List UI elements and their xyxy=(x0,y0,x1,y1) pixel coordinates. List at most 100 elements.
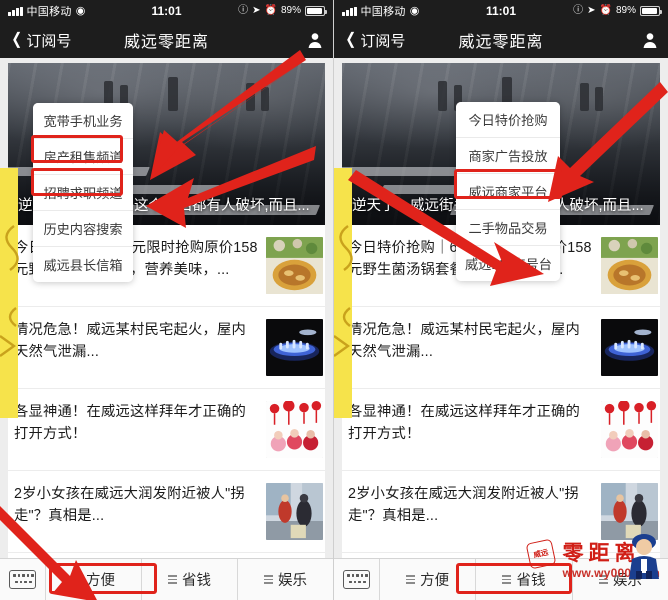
article-title: 各显神通！在威远这样拜年才正确的打开方式！ xyxy=(348,404,580,443)
pedestrian-silhouette xyxy=(580,83,589,111)
menu-item-merchant-platform[interactable]: 威远商家平台 xyxy=(456,173,560,209)
article-thumbnail xyxy=(266,319,323,376)
article-title: 各显神通！在威远这样拜年才正确的打开方式！ xyxy=(14,404,246,443)
menu-item-real-estate[interactable]: 房产租售频道 xyxy=(33,138,133,174)
location-arrow-icon: ➤ xyxy=(587,5,596,16)
alarm-clock-icon: ⏰ xyxy=(264,5,277,16)
menu-item-mailbox[interactable]: 威远县长信箱 xyxy=(33,246,133,282)
menu-item-history-search[interactable]: 历史内容搜索 xyxy=(33,210,133,246)
hamburger-icon xyxy=(598,575,608,584)
at-icon: ⓘ xyxy=(573,5,584,16)
back-button-label: 订阅号 xyxy=(26,32,72,50)
menu-item-broadband[interactable]: 宽带手机业务 xyxy=(33,103,133,138)
status-bar-right: ⓘ ➤ ⏰ 89% xyxy=(238,5,327,16)
person-icon[interactable] xyxy=(307,32,323,48)
hamburger-icon xyxy=(502,575,512,584)
back-button[interactable]: ❮ 订阅号 xyxy=(344,30,405,51)
menu-item-daily-deals[interactable]: 今日特价抢购 xyxy=(456,102,560,137)
wifi-icon: ◉ xyxy=(75,4,86,17)
tab-label: 娱乐 xyxy=(278,573,307,589)
nav-bar: ❮ 订阅号 威远零距离 xyxy=(334,22,668,58)
status-bar-left: 中国移动 ◉ xyxy=(8,3,85,19)
chevron-left-icon: ❮ xyxy=(11,31,23,48)
menu-item-merchant-ads[interactable]: 商家广告投放 xyxy=(456,137,560,173)
tab-label: 娱乐 xyxy=(612,573,642,589)
pedestrian-silhouette xyxy=(438,81,447,111)
signal-strength-icon xyxy=(342,6,357,16)
signal-strength-icon xyxy=(8,6,23,16)
tab-fangbian[interactable]: 方便 xyxy=(380,559,477,600)
hamburger-icon xyxy=(72,575,81,584)
status-bar-right: ⓘ ➤ ⏰ 89% xyxy=(573,5,662,16)
article-title: 情况危急！威远某村民宅起火，屋内天然气泄漏... xyxy=(14,322,246,361)
pedestrian-silhouette xyxy=(261,87,269,111)
pedestrian-silhouette xyxy=(168,77,178,111)
hamburger-icon xyxy=(406,575,416,584)
menu-item-jobs[interactable]: 招聘求职频道 xyxy=(33,174,133,210)
left-phone-panel: 中国移动 ◉ 11:01 ⓘ ➤ ⏰ 89% ❮ 订阅号 威远零距离 逆天了！威… xyxy=(0,0,334,600)
article-title: 2岁小女孩在威远大润发附近被人"拐走"？真相是... xyxy=(348,486,579,525)
tab-fangbian[interactable]: 方便 xyxy=(46,559,142,600)
bottom-tab-bar[interactable]: 方便 省钱 娱乐 xyxy=(334,558,668,600)
article-list[interactable]: 逆天了！威远街头这个东西都有人破坏,而且... 今日特价抢购｜68元限时抢购原价… xyxy=(0,50,333,600)
tab-shengqian[interactable]: 省钱 xyxy=(476,559,573,600)
article-thumbnail xyxy=(266,237,323,294)
tab-label: 方便 xyxy=(86,573,115,589)
status-bar: 中国移动 ◉ 11:01 ⓘ ➤ ⏰ 89% xyxy=(0,0,333,22)
carrier-label: 中国移动 xyxy=(360,6,406,18)
back-button[interactable]: ❮ 订阅号 xyxy=(10,30,71,51)
status-bar-left: 中国移动 ◉ xyxy=(342,3,419,19)
pedestrian-silhouette xyxy=(246,83,255,111)
tab-label: 方便 xyxy=(420,573,450,589)
article-thumbnail xyxy=(601,319,658,376)
tab-label: 省钱 xyxy=(516,573,546,589)
fangbian-popup-menu[interactable]: 宽带手机业务 房产租售频道 招聘求职频道 历史内容搜索 威远县长信箱 xyxy=(33,103,133,282)
article-list[interactable]: 逆天了！威远街头这个东西都有人破坏,而且... 今日特价抢购｜68元限时抢购原价… xyxy=(334,58,668,600)
keyboard-icon xyxy=(343,570,370,589)
hamburger-icon xyxy=(168,575,177,584)
list-item[interactable]: 2岁小女孩在威远大润发附近被人"拐走"？真相是... xyxy=(8,470,325,552)
article-thumbnail xyxy=(601,401,658,458)
person-icon[interactable] xyxy=(642,32,658,48)
dual-screenshot-stage: 中国移动 ◉ 11:01 ⓘ ➤ ⏰ 89% ❮ 订阅号 威远零距离 逆天了！威… xyxy=(0,0,668,600)
article-title: 情况危急！威远某村民宅起火，屋内天然气泄漏... xyxy=(348,322,580,361)
alarm-clock-icon: ⏰ xyxy=(599,5,612,16)
pedestrian-silhouette xyxy=(595,87,603,111)
wifi-icon: ◉ xyxy=(409,4,420,17)
keyboard-icon xyxy=(9,570,36,589)
keyboard-toggle-button[interactable] xyxy=(334,559,380,600)
menu-item-directory-114[interactable]: 威远114查号台 xyxy=(456,245,560,281)
right-phone-panel: 中国移动 ◉ 11:01 ⓘ ➤ ⏰ 89% ❮ 订阅号 威远零距离 情况危急！… xyxy=(334,0,668,600)
at-icon: ⓘ xyxy=(238,5,249,16)
article-thumbnail xyxy=(266,401,323,458)
bottom-tab-bar[interactable]: 方便 省钱 娱乐 xyxy=(0,558,333,600)
tab-yule[interactable]: 娱乐 xyxy=(573,559,668,600)
battery-icon xyxy=(305,6,327,16)
keyboard-toggle-button[interactable] xyxy=(0,559,46,600)
chevron-left-icon: ❮ xyxy=(345,31,357,48)
shengqian-popup-menu[interactable]: 今日特价抢购 商家广告投放 威远商家平台 二手物品交易 威远114查号台 xyxy=(456,102,560,281)
location-arrow-icon: ➤ xyxy=(252,5,261,16)
list-item[interactable]: 2岁小女孩在威远大润发附近被人"拐走"？真相是... xyxy=(342,470,660,552)
battery-icon xyxy=(640,6,662,16)
article-thumbnail xyxy=(601,237,658,294)
tab-label: 省钱 xyxy=(182,573,211,589)
article-title: 2岁小女孩在威远大润发附近被人"拐走"？真相是... xyxy=(14,486,245,525)
status-bar: 中国移动 ◉ 11:01 ⓘ ➤ ⏰ 89% xyxy=(334,0,668,22)
list-item[interactable]: 各显神通！在威远这样拜年才正确的打开方式！ xyxy=(342,388,660,470)
list-item[interactable]: 情况危急！威远某村民宅起火，屋内天然气泄漏... xyxy=(8,306,325,388)
hamburger-icon xyxy=(264,575,273,584)
back-button-label: 订阅号 xyxy=(360,32,406,50)
tab-yule[interactable]: 娱乐 xyxy=(238,559,333,600)
list-item[interactable]: 各显神通！在威远这样拜年才正确的打开方式！ xyxy=(8,388,325,470)
carrier-label: 中国移动 xyxy=(26,6,72,18)
list-item[interactable]: 情况危急！威远某村民宅起火，屋内天然气泄漏... xyxy=(342,306,660,388)
tab-shengqian[interactable]: 省钱 xyxy=(142,559,238,600)
article-thumbnail xyxy=(601,483,658,540)
battery-percent-label: 89% xyxy=(280,5,301,16)
nav-bar: ❮ 订阅号 威远零距离 xyxy=(0,22,333,58)
article-items: 今日特价抢购｜68元限时抢购原价158元野生菌汤锅套餐，营养美味，... xyxy=(342,225,660,600)
menu-item-secondhand[interactable]: 二手物品交易 xyxy=(456,209,560,245)
battery-percent-label: 89% xyxy=(615,5,636,16)
article-thumbnail xyxy=(266,483,323,540)
